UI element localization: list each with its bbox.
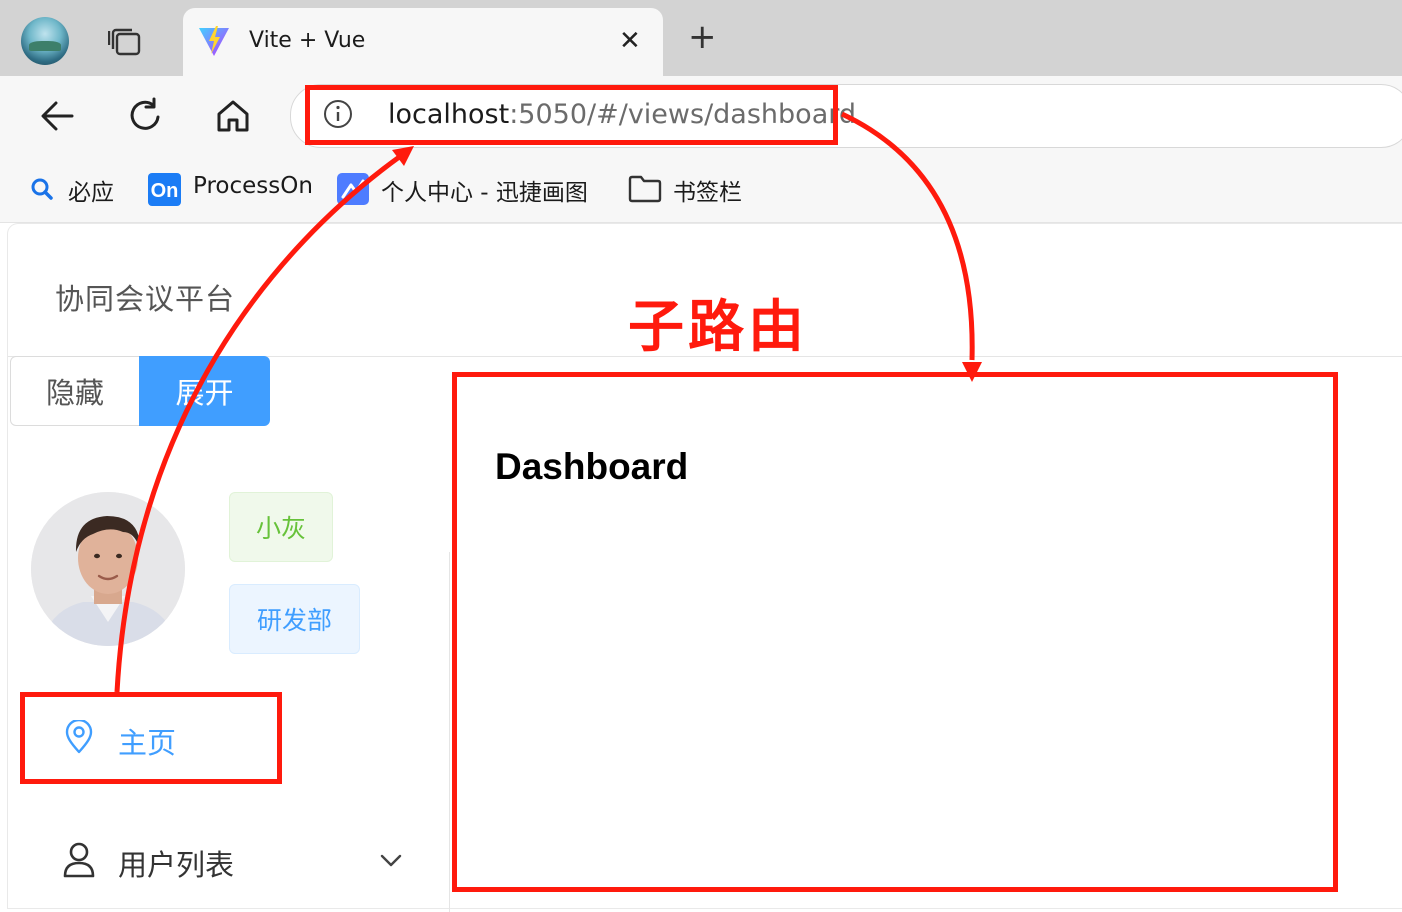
url-host: localhost xyxy=(388,99,510,130)
user-name-tag: 小灰 xyxy=(229,492,333,562)
vite-logo-icon xyxy=(199,26,229,56)
svg-text:On: On xyxy=(151,180,179,202)
person-photo-icon xyxy=(31,492,185,646)
search-icon xyxy=(31,178,53,200)
menu-users-label: 用户列表 xyxy=(118,848,235,882)
menu-item-home[interactable]: 主页 xyxy=(24,694,279,780)
bookmark-bing[interactable]: 必应 xyxy=(68,173,114,207)
user-dept-tag: 研发部 xyxy=(229,584,360,654)
bookmarks-bar: 必应 On ProcessOn 个人中心 - 迅捷画图 书签栏 xyxy=(0,156,1402,223)
url-path: :5050/#/views/dashboard xyxy=(509,99,856,130)
back-arrow-icon[interactable] xyxy=(38,96,78,136)
bookmark-folder[interactable]: 书签栏 xyxy=(673,173,742,207)
address-bar[interactable]: localhost:5050/#/views/dashboard xyxy=(290,84,1402,148)
site-info-icon[interactable] xyxy=(323,99,353,129)
refresh-icon[interactable] xyxy=(125,96,165,136)
bookmark-processon[interactable]: ProcessOn xyxy=(193,173,313,199)
user-icon xyxy=(63,842,95,878)
browser-toolbar: localhost:5050/#/views/dashboard xyxy=(0,76,1402,156)
user-avatar xyxy=(31,492,185,646)
expand-button[interactable]: 展开 xyxy=(139,356,270,426)
location-pin-icon xyxy=(65,720,93,754)
profile-avatar[interactable] xyxy=(21,17,69,65)
app-brand-title: 协同会议平台 xyxy=(55,282,236,316)
xunjie-logo xyxy=(337,173,369,205)
processon-logo: On xyxy=(148,173,181,206)
annotation-label: 子路由 xyxy=(628,295,808,360)
active-tab[interactable]: Vite + Vue ✕ xyxy=(183,8,663,76)
new-tab-button[interactable]: + xyxy=(688,20,717,54)
chevron-down-icon[interactable] xyxy=(380,854,402,868)
collapse-toggle-group: 隐藏 展开 xyxy=(10,356,270,426)
sidebar-divider xyxy=(449,552,450,912)
tab-title: Vite + Vue xyxy=(249,28,366,53)
menu-item-users[interactable]: 用户列表 xyxy=(24,814,444,894)
url-text[interactable]: localhost:5050/#/views/dashboard xyxy=(388,99,856,130)
bookmark-xunjie[interactable]: 个人中心 - 迅捷画图 xyxy=(381,173,588,207)
home-icon[interactable] xyxy=(213,96,253,136)
page-title: Dashboard xyxy=(495,446,689,487)
tab-strip: Vite + Vue ✕ + xyxy=(0,0,1402,76)
workspaces-icon[interactable] xyxy=(108,27,142,57)
menu-home-label: 主页 xyxy=(118,726,177,760)
tab-close-button[interactable]: ✕ xyxy=(619,26,641,56)
hide-button[interactable]: 隐藏 xyxy=(10,356,140,426)
folder-icon xyxy=(628,175,662,203)
